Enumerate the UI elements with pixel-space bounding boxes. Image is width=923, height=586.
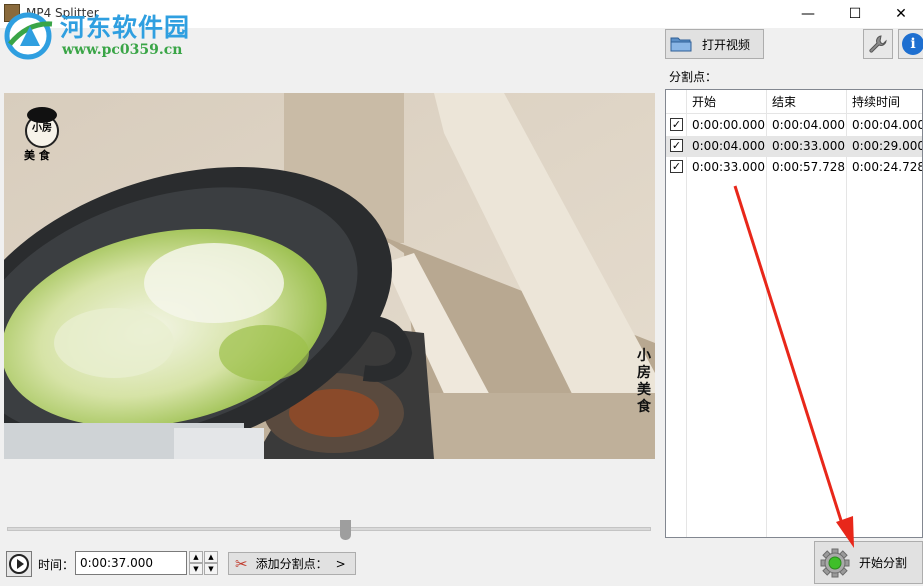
add-split-point-button[interactable]: ✂ 添加分割点： >: [228, 552, 356, 575]
split-points-label: 分割点：: [669, 70, 718, 84]
time-spin-up-button-2[interactable]: ▲: [204, 551, 218, 563]
row-end: 0:00:04.000: [772, 118, 845, 132]
gear-icon: [820, 548, 850, 577]
time-spin-down-button-2[interactable]: ▼: [204, 563, 218, 575]
split-points-table[interactable]: 开始 结束 持续时间 ✓ 0:00:00.000 0:00:04.000 0:0…: [665, 89, 923, 538]
row-start: 0:00:33.000: [692, 160, 765, 174]
row-duration: 0:00:24.728: [852, 160, 923, 174]
start-split-button[interactable]: 开始分割: [814, 541, 923, 584]
watermark-url: www.pc0359.cn: [62, 42, 183, 58]
time-label: 时间：: [38, 558, 75, 572]
arrow-down-icon: ▼: [193, 565, 199, 573]
wrench-icon: [869, 35, 887, 53]
row-checkbox[interactable]: ✓: [670, 160, 683, 173]
timeline-thumb[interactable]: [340, 520, 351, 540]
row-start: 0:00:04.000: [692, 139, 765, 153]
add-split-arrow: >: [335, 556, 346, 571]
column-header-end[interactable]: 结束: [766, 90, 846, 114]
row-duration: 0:00:04.000: [852, 118, 923, 132]
arrow-up-icon: ▲: [208, 553, 214, 561]
table-row[interactable]: ✓ 0:00:33.000 0:00:57.728 0:00:24.728: [666, 157, 923, 178]
time-input[interactable]: [75, 551, 187, 575]
time-spin-up-button[interactable]: ▲: [189, 551, 203, 563]
watermark-name: 河东软件园: [60, 13, 191, 42]
open-video-label: 打开视频: [702, 37, 751, 52]
video-logo-text: 小房: [32, 123, 52, 134]
start-split-label: 开始分割: [859, 556, 908, 570]
info-button[interactable]: i: [898, 29, 923, 59]
video-frame: [4, 93, 655, 459]
row-start: 0:00:00.000: [692, 118, 765, 132]
column-header-duration[interactable]: 持续时间: [846, 90, 922, 114]
row-end: 0:00:57.728: [772, 160, 845, 174]
video-logo-sub: 美 食: [24, 149, 50, 162]
row-duration: 0:00:29.000: [852, 139, 923, 153]
maximize-icon: ☐: [848, 6, 862, 22]
table-row[interactable]: ✓ 0:00:00.000 0:00:04.000 0:00:04.000: [666, 115, 923, 136]
video-preview[interactable]: 小房 美 食 小房美食: [4, 93, 655, 459]
folder-icon: [670, 37, 692, 52]
video-vertical-text: 小房美食: [637, 348, 651, 415]
close-button[interactable]: ✕: [878, 0, 923, 28]
time-spin-down-button[interactable]: ▼: [189, 563, 203, 575]
close-icon: ✕: [895, 6, 907, 22]
settings-button[interactable]: [863, 29, 893, 59]
row-checkbox[interactable]: ✓: [670, 139, 683, 152]
minimize-button[interactable]: —: [785, 0, 831, 28]
column-header-check: [666, 90, 686, 114]
table-row[interactable]: ✓ 0:00:04.000 0:00:33.000 0:00:29.000: [666, 136, 923, 157]
row-checkbox[interactable]: ✓: [670, 118, 683, 131]
maximize-button[interactable]: ☐: [832, 0, 878, 28]
info-icon: i: [902, 33, 923, 55]
scissors-icon: ✂: [235, 554, 248, 573]
row-end: 0:00:33.000: [772, 139, 845, 153]
add-split-label: 添加分割点：: [255, 557, 328, 571]
arrow-down-icon: ▼: [208, 565, 214, 573]
minimize-icon: —: [801, 6, 815, 22]
play-button[interactable]: [6, 551, 32, 577]
watermark-logo-icon: [4, 12, 53, 60]
open-video-button[interactable]: 打开视频: [665, 29, 764, 59]
arrow-up-icon: ▲: [193, 553, 199, 561]
timeline-track[interactable]: [7, 527, 651, 531]
column-header-start[interactable]: 开始: [686, 90, 766, 114]
play-icon: [9, 554, 29, 574]
